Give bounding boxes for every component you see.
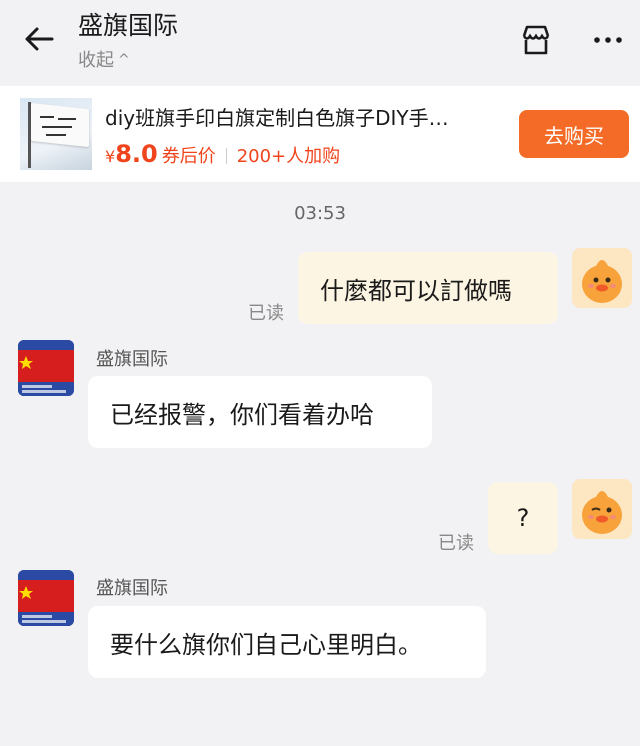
price-value: 8.0 [115,140,158,168]
more-icon[interactable] [590,22,626,58]
read-status: 已读 [438,533,474,554]
message-bubble-incoming[interactable]: 已经报警，你们看着办哈 [88,376,432,448]
price-note: 券后价 [161,146,216,167]
divider [225,148,227,164]
message-bubble-incoming[interactable]: 要什么旗你们自己心里明白。 [88,606,486,678]
message-bubble-outgoing[interactable]: 什麼都可以訂做嗎 [298,252,558,324]
user-avatar[interactable] [572,248,632,308]
buy-button[interactable]: 去购买 [519,110,629,158]
chat-title: 盛旗国际 [78,11,179,40]
price-row: ¥8.0 券后价 200+人加购 [105,140,340,168]
shop-avatar[interactable] [18,340,74,396]
duck-mascot-icon [582,491,622,534]
message-bubble-outgoing[interactable]: ? [488,482,558,554]
red-flag-logo-icon [18,340,74,396]
collapse-toggle[interactable]: 收起 ^ [78,46,130,72]
sender-name: 盛旗国际 [96,578,168,599]
sender-name: 盛旗国际 [96,349,168,370]
chat-header: 盛旗国际 收起 ^ [0,0,640,86]
user-avatar[interactable] [572,479,632,539]
product-name[interactable]: diy班旗手印白旗定制白色旗子DIY手… [105,102,500,131]
duck-mascot-icon [582,260,622,303]
price-currency: ¥ [105,147,116,166]
product-thumbnail [20,98,92,170]
buyers-count: 200+人加购 [236,146,341,167]
chevron-up-icon: ^ [118,52,130,68]
store-icon[interactable] [518,22,554,58]
chat-timestamp: 03:53 [294,203,346,224]
read-status: 已读 [248,303,284,324]
shop-avatar[interactable] [18,570,74,626]
red-flag-logo-icon [18,570,74,626]
collapse-label: 收起 [78,50,114,71]
back-arrow-icon[interactable] [22,22,56,56]
